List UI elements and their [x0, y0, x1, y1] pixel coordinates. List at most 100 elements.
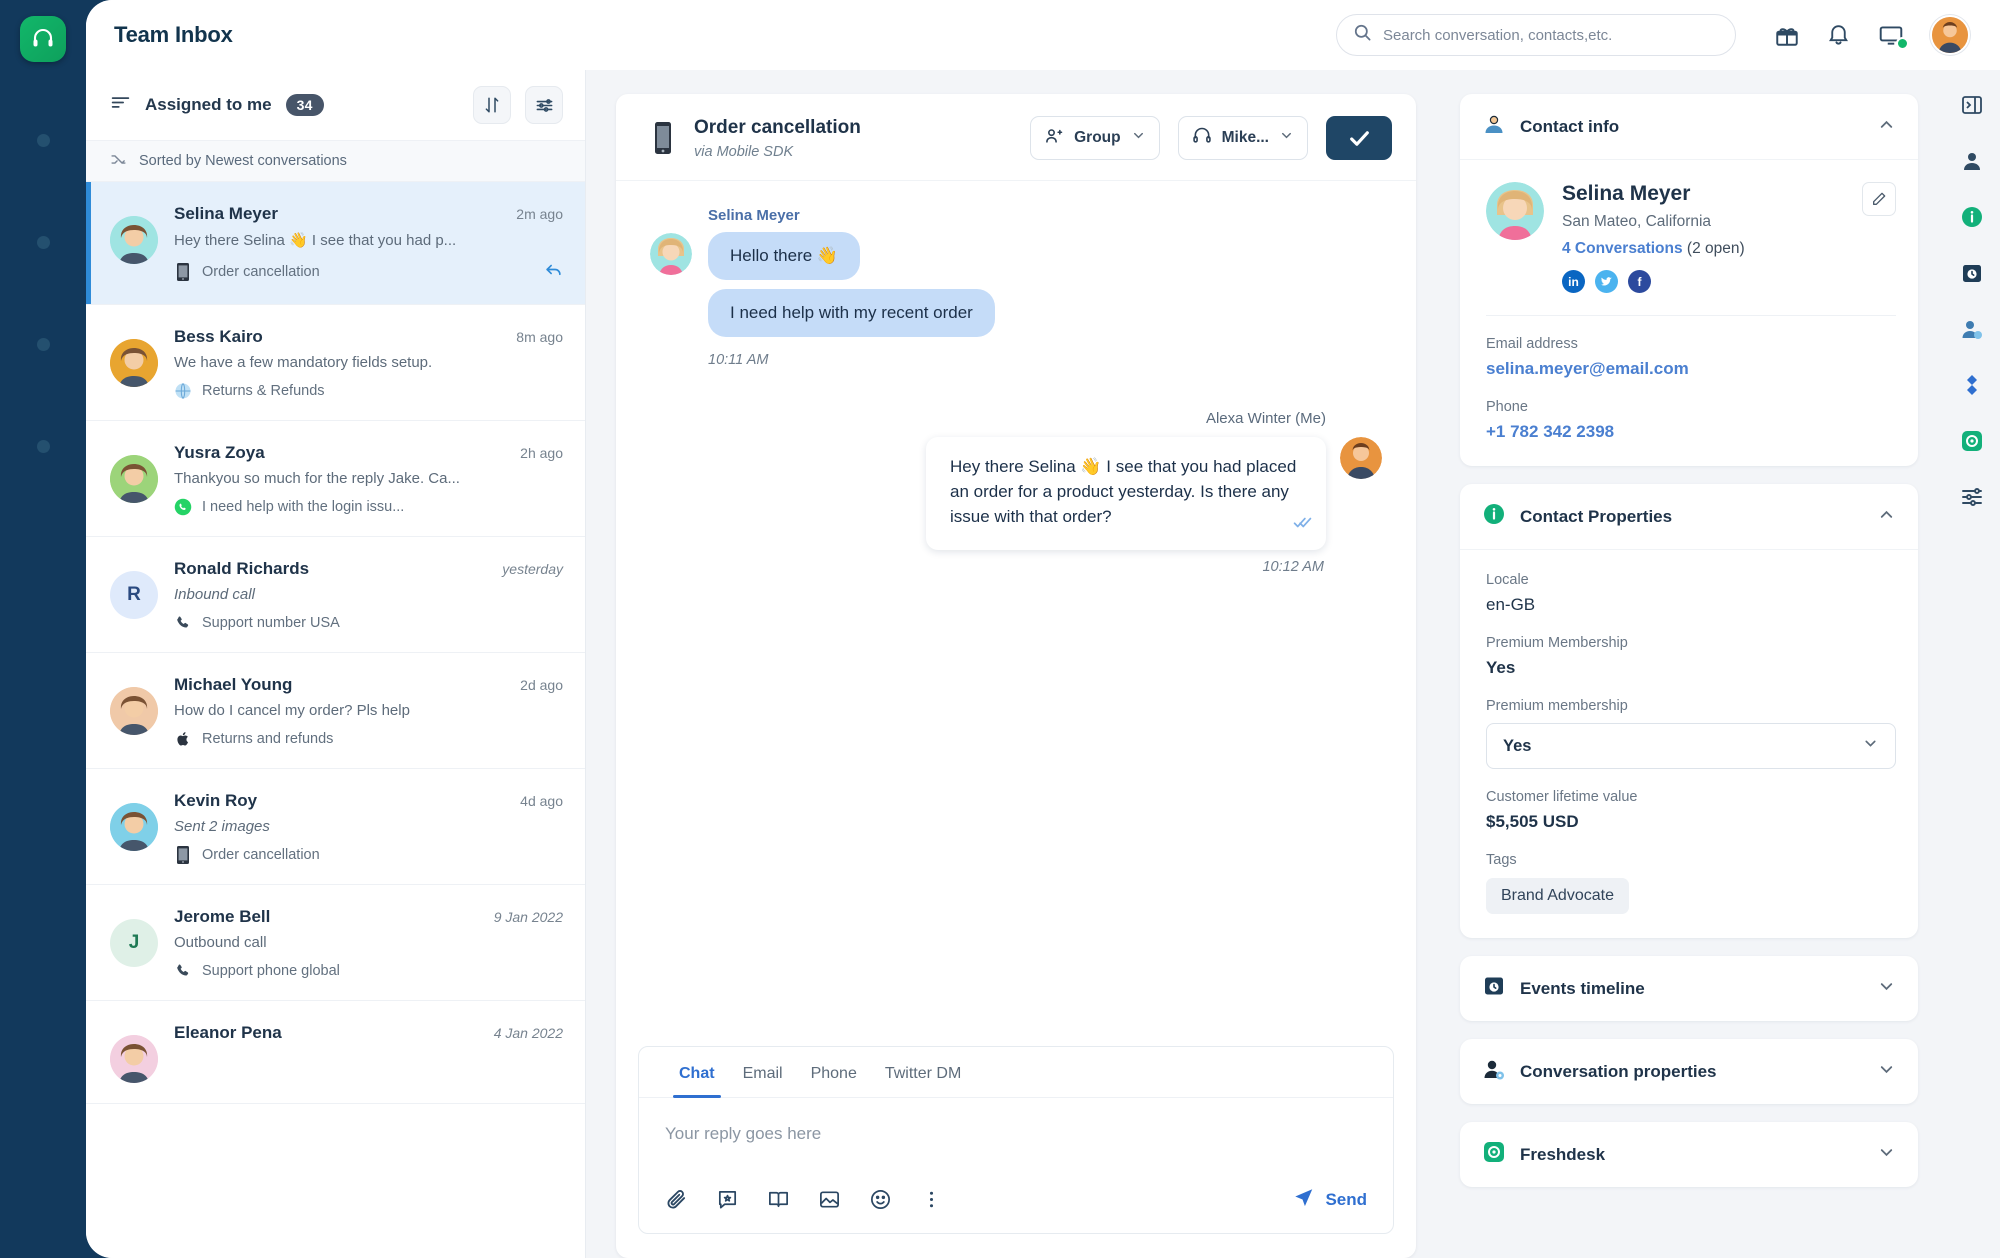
conversation-list-column: Assigned to me 34 Sorted by Newest conve… — [86, 70, 586, 1258]
conversations-link[interactable]: 4 Conversations — [1562, 240, 1683, 257]
chevron-down-icon[interactable] — [1877, 1143, 1896, 1167]
contact-icon[interactable] — [1959, 148, 1985, 174]
timestamp: 9 Jan 2022 — [493, 909, 563, 925]
freshdesk-icon[interactable] — [1959, 428, 1985, 454]
list-item[interactable]: Eleanor Pena 4 Jan 2022 — [86, 1001, 585, 1104]
message-preview: Hey there Selina 👋 I see that you had p.… — [174, 232, 457, 249]
reply-input[interactable]: Your reply goes here — [639, 1098, 1393, 1168]
message-preview: Sent 2 images — [174, 818, 270, 835]
chevron-up-icon[interactable] — [1877, 115, 1896, 139]
list-item[interactable]: Yusra Zoya 2h ago Thankyou so much for the… — [86, 421, 585, 537]
email-value[interactable]: selina.meyer@email.com — [1486, 359, 1896, 379]
image-icon[interactable] — [818, 1188, 841, 1211]
property-value: Yes — [1486, 658, 1516, 677]
message-timestamp: 10:12 AM — [1262, 558, 1324, 575]
avatar[interactable] — [1930, 15, 1970, 55]
screen-share-icon[interactable] — [1878, 22, 1909, 50]
message-timestamp: 10:11 AM — [708, 352, 769, 368]
section-header-events-timeline[interactable]: Events timeline — [1460, 956, 1918, 1021]
search-input[interactable] — [1383, 26, 1719, 44]
rail-dot-3[interactable] — [36, 338, 50, 351]
linkedin-icon[interactable]: in — [1562, 270, 1585, 293]
chevron-down-icon — [1862, 735, 1879, 757]
online-status-badge — [1896, 37, 1909, 50]
tags-field: Tags Brand Advocate — [1486, 852, 1896, 914]
edit-contact-button[interactable] — [1862, 182, 1896, 216]
sort-icon[interactable] — [473, 86, 511, 124]
timestamp: 8m ago — [516, 329, 563, 345]
message-bubble: Hello there 👋 — [708, 232, 861, 280]
globe-icon — [174, 382, 192, 400]
facebook-icon[interactable]: f — [1628, 270, 1651, 293]
sort-shuffle-icon — [110, 151, 127, 172]
message-preview: Inbound call — [174, 586, 255, 603]
message-outgoing: Alexa Winter (Me) Hey there Selina 👋 I s… — [650, 410, 1382, 575]
chevron-up-icon[interactable] — [1877, 505, 1896, 529]
timestamp: 2m ago — [516, 206, 563, 222]
section-header-freshdesk[interactable]: Freshdesk — [1460, 1122, 1918, 1187]
property-field: Locale en-GB — [1486, 572, 1896, 615]
sort-bar[interactable]: Sorted by Newest conversations — [86, 140, 585, 182]
conversation-column: Order cancellation via Mobile SDK Group — [586, 70, 1444, 1258]
list-item[interactable]: Selina Meyer 2m ago Hey there Selina 👋 I s… — [86, 182, 585, 305]
knowledge-base-icon[interactable] — [767, 1188, 790, 1211]
twitter-icon[interactable] — [1595, 270, 1618, 293]
emoji-icon[interactable] — [869, 1188, 892, 1211]
info-icon[interactable] — [1959, 204, 1985, 230]
left-nav-rail — [0, 0, 86, 1258]
rail-dot-2[interactable] — [36, 236, 50, 249]
contact-info-header[interactable]: Contact info — [1460, 94, 1918, 160]
topbar-icon-group — [1774, 15, 1970, 55]
canned-response-icon[interactable] — [716, 1188, 739, 1211]
gift-icon[interactable] — [1774, 22, 1800, 48]
list-item[interactable]: J Jerome Bell 9 Jan 2022 Outbound call Suppo… — [86, 885, 585, 1001]
bell-icon[interactable] — [1826, 22, 1852, 48]
section-title: Events timeline — [1520, 978, 1645, 998]
rail-dot-1[interactable] — [36, 134, 50, 147]
conversation-scroll[interactable]: Selina Meyer 2m ago Hey there Selina 👋 I s… — [86, 182, 585, 1258]
timeline-icon[interactable] — [1959, 260, 1985, 286]
avatar — [110, 216, 158, 264]
tag-chip[interactable]: Brand Advocate — [1486, 878, 1629, 914]
contact-info-title: Contact info — [1520, 116, 1620, 136]
send-button[interactable]: Send — [1293, 1186, 1367, 1213]
settings-icon[interactable] — [1959, 484, 1985, 510]
chevron-down-icon[interactable] — [1877, 977, 1896, 1001]
attachment-icon[interactable] — [665, 1188, 688, 1211]
apps-icon[interactable] — [1959, 372, 1985, 398]
timestamp: 4 Jan 2022 — [493, 1025, 563, 1041]
search-box[interactable] — [1336, 14, 1736, 56]
contact-icon — [1482, 112, 1506, 141]
phone-value[interactable]: +1 782 342 2398 — [1486, 422, 1896, 442]
timestamp: 2h ago — [520, 445, 563, 461]
tab-twitter-dm[interactable]: Twitter DM — [871, 1047, 975, 1097]
agent-assign-button[interactable]: Mike... — [1177, 116, 1308, 160]
tab-email[interactable]: Email — [729, 1047, 797, 1097]
user-properties-icon[interactable] — [1959, 316, 1985, 342]
tab-phone[interactable]: Phone — [797, 1047, 871, 1097]
sort-label: Sorted by Newest conversations — [139, 153, 347, 169]
tab-chat[interactable]: Chat — [665, 1047, 729, 1098]
panel-collapse-icon[interactable] — [1959, 92, 1985, 118]
rail-dot-4[interactable] — [36, 440, 50, 453]
list-item[interactable]: Kevin Roy 4d ago Sent 2 images Order cancel… — [86, 769, 585, 885]
list-item[interactable]: Bess Kairo 8m ago We have a few mandatory … — [86, 305, 585, 421]
list-item[interactable]: R Ronald Richards yesterday Inbound call Sup… — [86, 537, 585, 653]
user-gear-icon — [1482, 1057, 1506, 1086]
avatar — [1340, 437, 1382, 479]
conversation-header: Order cancellation via Mobile SDK Group — [616, 94, 1416, 181]
resolve-button[interactable] — [1326, 116, 1392, 160]
group-assign-button[interactable]: Group — [1030, 116, 1160, 160]
property-select[interactable]: Yes — [1486, 723, 1896, 769]
collapsed-section: Events timeline — [1460, 956, 1918, 1021]
list-item[interactable]: Michael Young 2d ago How do I cancel my or… — [86, 653, 585, 769]
section-header-conversation-properties[interactable]: Conversation properties — [1460, 1039, 1918, 1104]
more-icon[interactable] — [920, 1188, 943, 1211]
email-label: Email address — [1486, 336, 1578, 352]
contact-properties-header[interactable]: Contact Properties — [1460, 484, 1918, 550]
avatar — [110, 455, 158, 503]
headset-logo-icon[interactable] — [20, 16, 66, 62]
chevron-down-icon[interactable] — [1877, 1060, 1896, 1084]
filter-icon[interactable] — [525, 86, 563, 124]
conversation-title: Order cancellation — [694, 116, 861, 138]
